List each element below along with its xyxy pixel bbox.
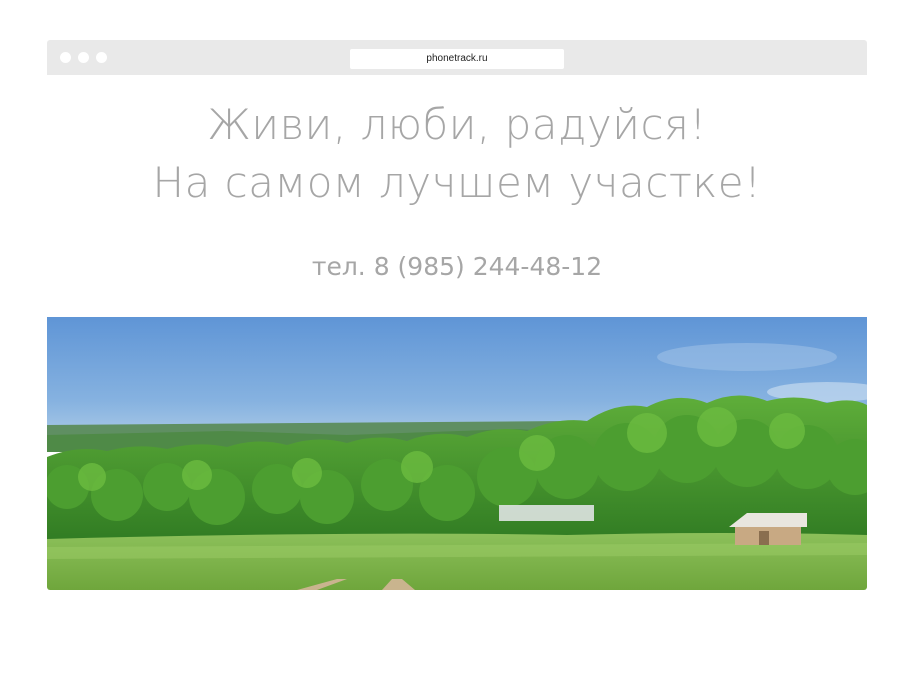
window-minimize-dot-icon[interactable] xyxy=(78,52,89,63)
window-maximize-dot-icon[interactable] xyxy=(96,52,107,63)
address-bar[interactable]: phonetrack.ru xyxy=(350,49,564,69)
browser-window: phonetrack.ru Живи, люби, радуйся! На са… xyxy=(47,40,867,590)
landscape-photo-icon xyxy=(47,317,867,590)
browser-toolbar: phonetrack.ru xyxy=(47,40,867,75)
phone-number: тел. 8 (985) 244-48-12 xyxy=(311,252,603,281)
headline-line-1: Живи, люби, радуйся! xyxy=(207,100,707,149)
headline-line-2: На самом лучшем участке! xyxy=(152,158,762,207)
window-close-dot-icon[interactable] xyxy=(60,52,71,63)
hero-headline: Живи, люби, радуйся! На самом лучшем уча… xyxy=(47,96,867,212)
